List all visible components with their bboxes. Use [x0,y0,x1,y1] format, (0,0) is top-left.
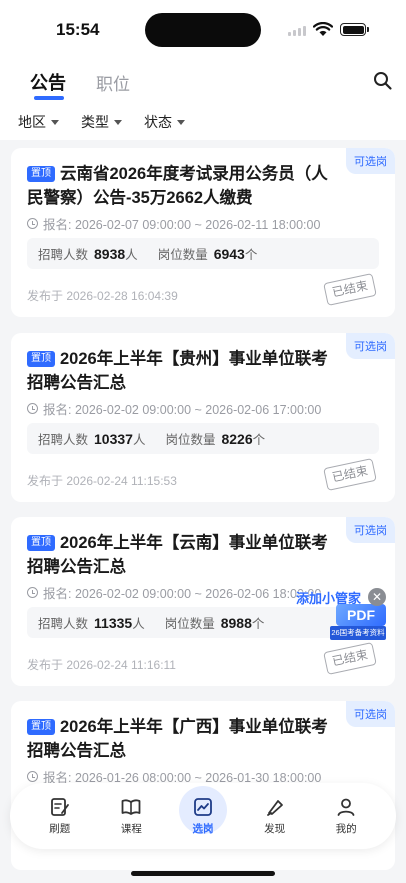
ended-stamp: 已结束 [323,458,377,491]
caret-down-icon [177,119,185,125]
ended-stamp: 已结束 [323,642,377,675]
dynamic-island [145,13,261,47]
recruit-label: 招聘人数 [38,248,89,262]
clock-icon [27,218,38,229]
card-title: 置顶 2026年上半年【云南】事业单位联考招聘公告汇总 [27,531,343,579]
pinned-badge: 置顶 [27,351,55,367]
recruit-value: 8938 [94,245,126,262]
status-time: 15:54 [56,20,100,39]
pdf-badge: PDF [336,604,386,626]
posts-value: 8226 [221,430,253,447]
selectable-tag: 可选岗 [346,148,395,174]
signal-icon [288,26,306,36]
selectable-tag: 可选岗 [346,333,395,359]
nav-item-courses[interactable]: 课程 [105,796,157,836]
card-title-text: 2026年上半年【贵州】事业单位联考招聘公告汇总 [27,350,328,392]
home-indicator [131,871,275,876]
announcement-card[interactable]: 可选岗 置顶 云南省2026年度考试录用公务员（人民警察）公告-35万2662人缴… [11,148,395,317]
assistant-floating-ad[interactable]: 添加小管家 PDF 26国考备考资料 ✕ [296,588,390,642]
card-title: 置顶 2026年上半年【贵州】事业单位联考招聘公告汇总 [27,347,343,395]
posts-unit: 个 [252,433,266,447]
filter-status[interactable]: 状态 [144,112,185,132]
nav-label: 刷题 [49,823,71,835]
discover-icon [266,800,283,816]
nav-label: 课程 [120,823,142,835]
posts-unit: 个 [251,617,265,631]
book-icon [121,799,141,815]
filter-bar: 地区 类型 状态 [18,112,185,132]
posted-time: 发布于 2026-02-24 11:16:11 [27,658,176,672]
battery-icon [340,23,369,36]
card-title: 置顶 2026年上半年【广西】事业单位联考招聘公告汇总 [27,715,343,763]
bottom-nav: 刷题 课程 选岗 发现 我的 [10,783,396,849]
posted-time: 发布于 2026-02-24 11:15:53 [27,474,177,488]
close-icon[interactable]: ✕ [368,588,386,606]
registration-date: 报名: 2026-02-02 09:00:00 ~ 2026-02-06 18:… [27,583,321,602]
posts-label: 岗位数量 [164,617,215,631]
recruit-unit: 人 [125,248,138,262]
posts-value: 8988 [220,614,252,631]
filter-label: 状态 [144,114,172,130]
recruit-unit: 人 [132,617,145,631]
posted-time: 发布于 2026-02-28 16:04:39 [27,289,178,303]
recruit-unit: 人 [132,433,146,447]
nav-item-practice[interactable]: 刷题 [34,796,86,836]
posts-label: 岗位数量 [157,248,208,262]
wifi-icon [313,22,333,36]
nav-label: 选岗 [192,823,214,835]
filter-region[interactable]: 地区 [18,112,59,132]
pinned-badge: 置顶 [27,535,55,551]
search-icon[interactable] [373,71,393,91]
nav-label: 发现 [264,823,286,835]
caret-down-icon [114,119,122,125]
card-stats: 招聘人数 8938 人 岗位数量 6943 个 [27,238,379,269]
posts-value: 6943 [213,245,245,262]
card-title: 置顶 云南省2026年度考试录用公务员（人民警察）公告-35万2662人缴费 [27,162,343,210]
clock-icon [27,771,38,782]
filter-label: 类型 [81,114,109,130]
registration-date: 报名: 2026-02-07 09:00:00 ~ 2026-02-11 18:… [27,214,320,233]
clock-icon [27,587,38,598]
pdf-caption: 26国考备考资料 [330,626,386,640]
ended-stamp: 已结束 [323,273,377,306]
registration-date: 报名: 2026-02-02 09:00:00 ~ 2026-02-06 17:… [27,399,321,418]
posts-label: 岗位数量 [165,433,216,447]
user-icon [337,798,355,816]
nav-item-profile[interactable]: 我的 [320,796,372,836]
clock-icon [27,403,38,414]
pinned-badge: 置顶 [27,166,55,182]
filter-type[interactable]: 类型 [81,112,122,132]
recruit-label: 招聘人数 [38,617,89,631]
announcement-card[interactable]: 可选岗 置顶 2026年上半年【贵州】事业单位联考招聘公告汇总 报名: 2026-… [11,333,395,502]
selectable-tag: 可选岗 [346,517,395,543]
nav-item-discover[interactable]: 发现 [249,796,301,836]
card-title-text: 云南省2026年度考试录用公务员（人民警察）公告-35万2662人缴费 [27,165,328,207]
card-title-text: 2026年上半年【云南】事业单位联考招聘公告汇总 [27,534,328,576]
registration-date-text: 报名: 2026-02-07 09:00:00 ~ 2026-02-11 18:… [43,218,321,232]
nav-label: 我的 [335,823,357,835]
chart-icon [194,798,212,816]
top-header: 15:54 公告 职位 地区 类型 状态 [0,0,406,140]
card-stats: 招聘人数 10337 人 岗位数量 8226 个 [27,423,379,454]
practice-icon [50,798,69,816]
recruit-label: 招聘人数 [38,433,89,447]
registration-date-text: 报名: 2026-02-02 09:00:00 ~ 2026-02-06 17:… [43,403,322,417]
posts-unit: 个 [244,248,258,262]
active-tab-indicator [34,96,64,100]
selectable-tag: 可选岗 [346,701,395,727]
tab-positions[interactable]: 职位 [96,70,130,95]
recruit-value: 11335 [94,614,133,631]
tab-announcements[interactable]: 公告 [30,69,66,95]
pinned-badge: 置顶 [27,719,55,735]
caret-down-icon [51,119,59,125]
nav-item-select-post[interactable]: 选岗 [177,786,229,836]
card-title-text: 2026年上半年【广西】事业单位联考招聘公告汇总 [27,718,328,760]
filter-label: 地区 [18,114,46,130]
recruit-value: 10337 [94,430,133,447]
registration-date-text: 报名: 2026-02-02 09:00:00 ~ 2026-02-06 18:… [43,587,322,601]
